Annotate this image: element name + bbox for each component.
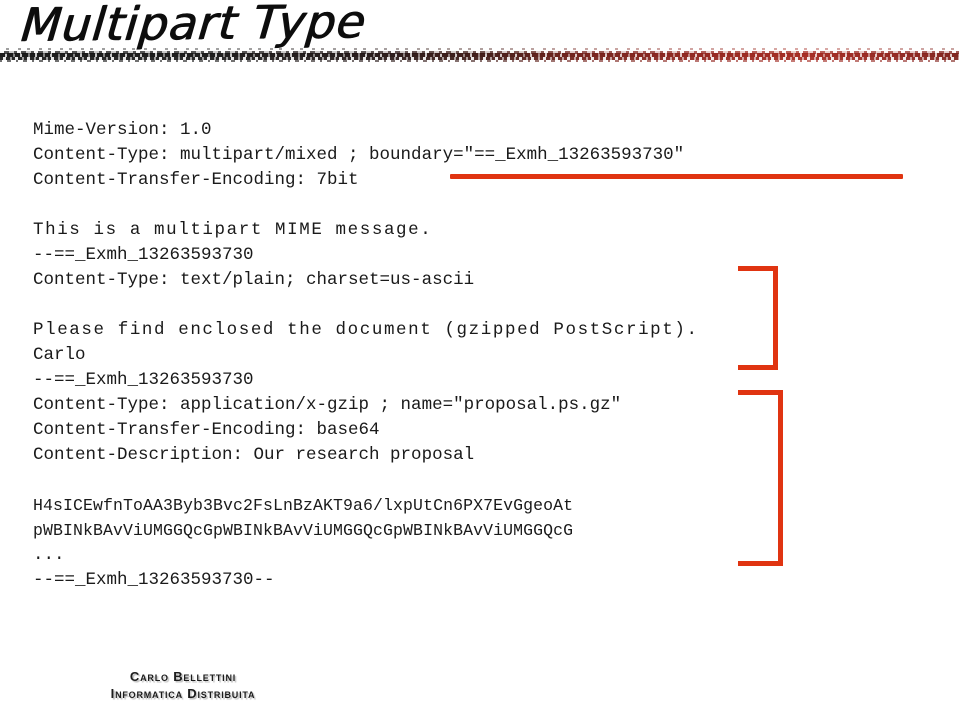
footer-author: Carlo Bellettini xyxy=(129,669,237,684)
code-line: --==_Exmh_13263593730 xyxy=(33,245,254,265)
page-title: Multipart Type xyxy=(19,0,369,52)
footer-course: Informatica Distribuita xyxy=(110,686,256,701)
code-line: Mime-Version: 1.0 xyxy=(33,120,212,140)
slide: Multipart Type Mime-Version: 1.0 Content… xyxy=(0,0,959,705)
code-line: Content-Transfer-Encoding: 7bit xyxy=(33,170,359,190)
slide-title-block: Multipart Type xyxy=(0,0,959,78)
code-line: Carlo xyxy=(33,345,86,365)
brush-stroke xyxy=(0,48,959,50)
code-line: Please find enclosed the document (gzipp… xyxy=(33,320,699,340)
code-line: Content-Type: multipart/mixed ; boundary… xyxy=(33,145,685,165)
code-line: Content-Type: text/plain; charset=us-asc… xyxy=(33,270,475,290)
slide-footer: Carlo Bellettini Informatica Distribuita xyxy=(33,668,333,702)
code-line: This is a multipart MIME message. xyxy=(33,220,433,240)
boundary-parameter-underline xyxy=(450,174,903,179)
title-brush-rule xyxy=(0,46,959,72)
attachment-part-bracket xyxy=(738,390,783,566)
text-part-bracket xyxy=(738,266,778,370)
code-line: --==_Exmh_13263593730-- xyxy=(33,570,275,590)
brush-stroke xyxy=(0,60,959,62)
